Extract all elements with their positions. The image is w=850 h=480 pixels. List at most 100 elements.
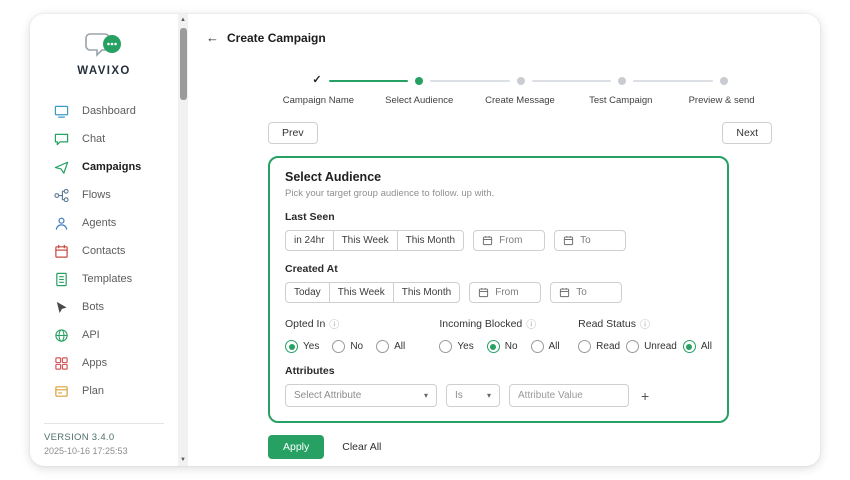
sidebar-item-api[interactable]: API [30, 321, 178, 349]
radio-icon [285, 340, 298, 353]
select-placeholder: Select Attribute [294, 390, 361, 401]
calendar-icon [478, 287, 489, 298]
radio-icon [376, 340, 389, 353]
sidebar-nav: Dashboard Chat Campaigns Flows Agents Co… [30, 97, 178, 405]
clear-all-button[interactable]: Clear All [342, 441, 381, 453]
last-seen-24hr-button[interactable]: in 24hr [286, 231, 334, 250]
sidebar-item-bots[interactable]: Bots [30, 293, 178, 321]
read-status-unread-radio[interactable]: Unread [626, 340, 677, 353]
plan-icon [54, 384, 69, 399]
back-arrow-icon[interactable]: ← [206, 30, 219, 45]
stepper-line-done [329, 80, 409, 82]
incoming-blocked-radio-row: Yes No All [439, 340, 578, 353]
sidebar-item-label: Apps [82, 357, 107, 369]
date-placeholder: To [576, 287, 587, 298]
stepper-line [532, 80, 612, 82]
sidebar-item-label: Templates [82, 273, 132, 285]
opted-in-group: Opted In ⓘ Yes No All [285, 316, 439, 353]
radio-label: Yes [303, 341, 319, 352]
attribute-select[interactable]: Select Attribute ▾ [285, 384, 437, 407]
prev-button[interactable]: Prev [268, 122, 318, 144]
date-placeholder: From [499, 235, 522, 246]
opted-in-label-row: Opted In ⓘ [285, 316, 439, 331]
incoming-blocked-no-radio[interactable]: No [487, 340, 518, 353]
sidebar-item-dashboard[interactable]: Dashboard [30, 97, 178, 125]
page-title: Create Campaign [227, 31, 326, 45]
filters-row: Opted In ⓘ Yes No All Incoming Blocked ⓘ [285, 316, 712, 353]
read-status-all-radio[interactable]: All [683, 340, 712, 353]
incoming-blocked-yes-radio[interactable]: Yes [439, 340, 473, 353]
version-text: VERSION 3.4.0 [44, 432, 164, 443]
sidebar-item-agents[interactable]: Agents [30, 209, 178, 237]
radio-icon [487, 340, 500, 353]
info-icon: ⓘ [640, 316, 650, 331]
step-label-preview-send[interactable]: Preview & send [671, 95, 772, 106]
last-seen-to-input[interactable]: To [554, 230, 626, 251]
sidebar-item-label: Flows [82, 189, 111, 201]
scroll-up-icon[interactable]: ▲ [178, 17, 188, 23]
step-label-test-campaign[interactable]: Test Campaign [570, 95, 671, 106]
radio-label: No [350, 341, 363, 352]
sidebar-item-label: Contacts [82, 245, 125, 257]
scrollbar-thumb[interactable] [180, 28, 187, 100]
info-icon: ⓘ [526, 316, 536, 331]
calendar-icon [482, 235, 493, 246]
sidebar-item-contacts[interactable]: Contacts [30, 237, 178, 265]
chat-icon [54, 132, 69, 147]
sidebar-item-campaigns[interactable]: Campaigns [30, 153, 178, 181]
sidebar-item-templates[interactable]: Templates [30, 265, 178, 293]
sidebar-item-label: Agents [82, 217, 116, 229]
opted-in-yes-radio[interactable]: Yes [285, 340, 319, 353]
opted-in-label: Opted In [285, 318, 325, 330]
main-content: ← Create Campaign ✓ Campaign Name [188, 14, 820, 466]
chevron-down-icon: ▾ [424, 391, 428, 400]
radio-label: Read [596, 341, 620, 352]
select-value: Is [455, 390, 463, 401]
created-at-week-button[interactable]: This Week [330, 283, 394, 302]
operator-select[interactable]: Is ▾ [446, 384, 500, 407]
sidebar-item-chat[interactable]: Chat [30, 125, 178, 153]
date-placeholder: From [495, 287, 518, 298]
step-label-select-audience[interactable]: Select Audience [369, 95, 470, 106]
created-at-today-button[interactable]: Today [286, 283, 330, 302]
api-icon [54, 328, 69, 343]
last-seen-week-button[interactable]: This Week [334, 231, 398, 250]
radio-icon [531, 340, 544, 353]
date-placeholder: To [580, 235, 591, 246]
step-label-create-message[interactable]: Create Message [470, 95, 571, 106]
panel-title: Select Audience [285, 170, 712, 184]
last-seen-label: Last Seen [285, 211, 712, 223]
read-status-read-radio[interactable]: Read [578, 340, 620, 353]
created-at-label: Created At [285, 263, 712, 275]
radio-label: Unread [644, 341, 677, 352]
radio-icon [683, 340, 696, 353]
step-label-campaign-name[interactable]: Campaign Name [268, 95, 369, 106]
last-seen-month-button[interactable]: This Month [398, 231, 463, 250]
opted-in-no-radio[interactable]: No [332, 340, 363, 353]
created-at-month-button[interactable]: This Month [394, 283, 459, 302]
actions-row: Apply Clear All [268, 435, 772, 459]
add-attribute-button[interactable]: + [641, 388, 649, 404]
radio-icon [578, 340, 591, 353]
incoming-blocked-all-radio[interactable]: All [531, 340, 560, 353]
sidebar-item-apps[interactable]: Apps [30, 349, 178, 377]
next-button[interactable]: Next [722, 122, 772, 144]
opted-in-all-radio[interactable]: All [376, 340, 405, 353]
sidebar-scrollbar[interactable]: ▲ ▼ [178, 14, 188, 466]
last-seen-preset-group: in 24hr This Week This Month [285, 230, 464, 251]
chat-bubbles-logo-icon [84, 30, 124, 62]
sidebar-item-plan[interactable]: Plan [30, 377, 178, 405]
calendar-icon [563, 235, 574, 246]
attribute-value-input[interactable] [509, 384, 629, 407]
created-at-to-input[interactable]: To [550, 282, 622, 303]
sidebar-item-label: Campaigns [82, 161, 141, 173]
sidebar: WAVIXO Dashboard Chat Campaigns Flows Ag… [30, 14, 178, 466]
last-seen-from-input[interactable]: From [473, 230, 545, 251]
sidebar-item-flows[interactable]: Flows [30, 181, 178, 209]
step-active-dot [415, 77, 423, 85]
stepper-line [430, 80, 510, 82]
incoming-blocked-group: Incoming Blocked ⓘ Yes No All [439, 316, 578, 353]
created-at-from-input[interactable]: From [469, 282, 541, 303]
scroll-down-icon[interactable]: ▼ [178, 457, 188, 463]
apply-button[interactable]: Apply [268, 435, 324, 459]
